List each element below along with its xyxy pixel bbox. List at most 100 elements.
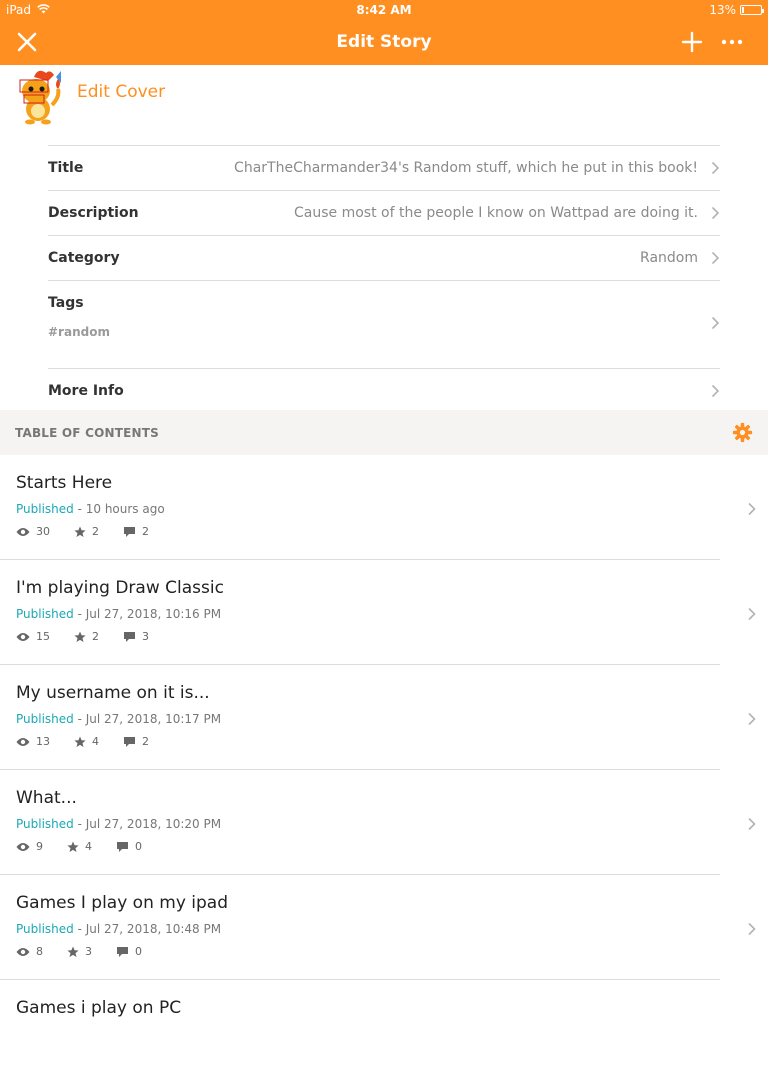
part-row[interactable]: I'm playing Draw Classic Published - Jul… bbox=[0, 560, 756, 665]
chevron-right-icon bbox=[711, 161, 720, 175]
part-date: - 10 hours ago bbox=[73, 502, 165, 516]
votes-count: 2 bbox=[92, 525, 99, 538]
part-date: - Jul 27, 2018, 10:17 PM bbox=[73, 712, 222, 726]
part-title: What... bbox=[16, 788, 77, 808]
comments-count: 3 bbox=[142, 630, 149, 643]
part-row[interactable]: Games i play on PC bbox=[0, 980, 720, 1084]
published-label: Published bbox=[16, 817, 74, 831]
part-title: Starts Here bbox=[16, 473, 113, 493]
eye-icon bbox=[16, 737, 30, 746]
toc-settings-button[interactable] bbox=[732, 422, 753, 447]
tags-label: Tags bbox=[48, 295, 84, 311]
chevron-right-icon bbox=[711, 384, 720, 398]
add-part-button[interactable] bbox=[677, 28, 707, 56]
part-row[interactable]: Starts Here Published - 10 hours ago 30 … bbox=[0, 455, 756, 560]
star-icon bbox=[67, 946, 79, 957]
category-field[interactable]: Category Random bbox=[48, 235, 720, 280]
eye-icon bbox=[16, 842, 30, 851]
more-button[interactable] bbox=[717, 28, 747, 56]
tags-field[interactable]: Tags #random bbox=[48, 280, 720, 368]
description-value: Cause most of the people I know on Wattp… bbox=[294, 205, 698, 221]
cover-row[interactable]: Edit Cover bbox=[0, 65, 768, 145]
cover-image[interactable] bbox=[14, 67, 62, 125]
more-info-label: More Info bbox=[48, 383, 124, 399]
chevron-right-icon bbox=[711, 206, 720, 220]
category-value: Random bbox=[640, 250, 698, 266]
part-title: I'm playing Draw Classic bbox=[16, 578, 224, 598]
part-stats: 15 2 3 bbox=[16, 630, 173, 643]
chevron-right-icon bbox=[748, 712, 756, 726]
part-status: Published - Jul 27, 2018, 10:17 PM bbox=[16, 712, 221, 726]
gear-icon bbox=[732, 422, 753, 443]
edit-cover-link[interactable]: Edit Cover bbox=[77, 82, 165, 102]
parts-list: Starts Here Published - 10 hours ago 30 … bbox=[0, 455, 768, 1084]
star-icon bbox=[74, 736, 86, 747]
nav-bar: Edit Story bbox=[0, 20, 768, 65]
part-status: Published - Jul 27, 2018, 10:16 PM bbox=[16, 607, 221, 621]
published-label: Published bbox=[16, 712, 74, 726]
eye-icon bbox=[16, 947, 30, 956]
status-bar: iPad 8:42 AM 13% bbox=[0, 0, 768, 20]
views-count: 30 bbox=[36, 525, 50, 538]
star-icon bbox=[74, 526, 86, 537]
part-stats: 8 3 0 bbox=[16, 945, 166, 958]
comment-icon bbox=[117, 841, 128, 852]
part-stats: 30 2 2 bbox=[16, 525, 173, 538]
status-time: 8:42 AM bbox=[356, 3, 412, 17]
comments-count: 2 bbox=[142, 735, 149, 748]
comment-icon bbox=[124, 736, 135, 747]
star-icon bbox=[74, 631, 86, 642]
part-row[interactable]: My username on it is... Published - Jul … bbox=[0, 665, 756, 770]
more-info-field[interactable]: More Info bbox=[48, 368, 720, 413]
title-field[interactable]: Title CharTheCharmander34's Random stuff… bbox=[48, 145, 720, 190]
plus-icon bbox=[681, 31, 703, 53]
published-label: Published bbox=[16, 502, 74, 516]
part-stats: 9 4 0 bbox=[16, 840, 166, 853]
part-status: Published - Jul 27, 2018, 10:48 PM bbox=[16, 922, 221, 936]
part-status: Published - 10 hours ago bbox=[16, 502, 165, 516]
chevron-right-icon bbox=[711, 251, 720, 265]
views-count: 13 bbox=[36, 735, 50, 748]
eye-icon bbox=[16, 632, 30, 641]
part-row[interactable]: What... Published - Jul 27, 2018, 10:20 … bbox=[0, 770, 756, 875]
star-icon bbox=[67, 841, 79, 852]
description-field[interactable]: Description Cause most of the people I k… bbox=[48, 190, 720, 235]
story-details: Title CharTheCharmander34's Random stuff… bbox=[48, 145, 720, 413]
page-title: Edit Story bbox=[336, 32, 432, 52]
more-icon bbox=[721, 39, 743, 45]
chevron-right-icon bbox=[748, 607, 756, 621]
part-stats: 13 4 2 bbox=[16, 735, 173, 748]
chevron-right-icon bbox=[748, 502, 756, 516]
comments-count: 2 bbox=[142, 525, 149, 538]
part-date: - Jul 27, 2018, 10:20 PM bbox=[73, 817, 222, 831]
part-row[interactable]: Games I play on my ipad Published - Jul … bbox=[0, 875, 756, 980]
tags-value: #random bbox=[48, 325, 110, 339]
part-title: Games i play on PC bbox=[16, 998, 182, 1018]
comment-icon bbox=[124, 631, 135, 642]
comment-icon bbox=[124, 526, 135, 537]
votes-count: 3 bbox=[85, 945, 92, 958]
eye-icon bbox=[16, 527, 30, 536]
comment-icon bbox=[117, 946, 128, 957]
chevron-right-icon bbox=[748, 922, 756, 936]
description-label: Description bbox=[48, 205, 139, 221]
title-label: Title bbox=[48, 160, 84, 176]
comments-count: 0 bbox=[135, 945, 142, 958]
views-count: 8 bbox=[36, 945, 43, 958]
views-count: 15 bbox=[36, 630, 50, 643]
part-title: Games I play on my ipad bbox=[16, 893, 229, 913]
part-title: My username on it is... bbox=[16, 683, 210, 703]
title-value: CharTheCharmander34's Random stuff, whic… bbox=[234, 160, 698, 176]
chevron-right-icon bbox=[748, 817, 756, 831]
part-date: - Jul 27, 2018, 10:48 PM bbox=[73, 922, 222, 936]
category-label: Category bbox=[48, 250, 120, 266]
votes-count: 4 bbox=[92, 735, 99, 748]
battery-percent: 13% bbox=[709, 3, 736, 17]
comments-count: 0 bbox=[135, 840, 142, 853]
published-label: Published bbox=[16, 922, 74, 936]
toc-header: TABLE OF CONTENTS bbox=[0, 410, 768, 455]
battery-icon bbox=[740, 5, 764, 15]
votes-count: 2 bbox=[92, 630, 99, 643]
part-date: - Jul 27, 2018, 10:16 PM bbox=[73, 607, 222, 621]
toc-title: TABLE OF CONTENTS bbox=[15, 426, 159, 440]
